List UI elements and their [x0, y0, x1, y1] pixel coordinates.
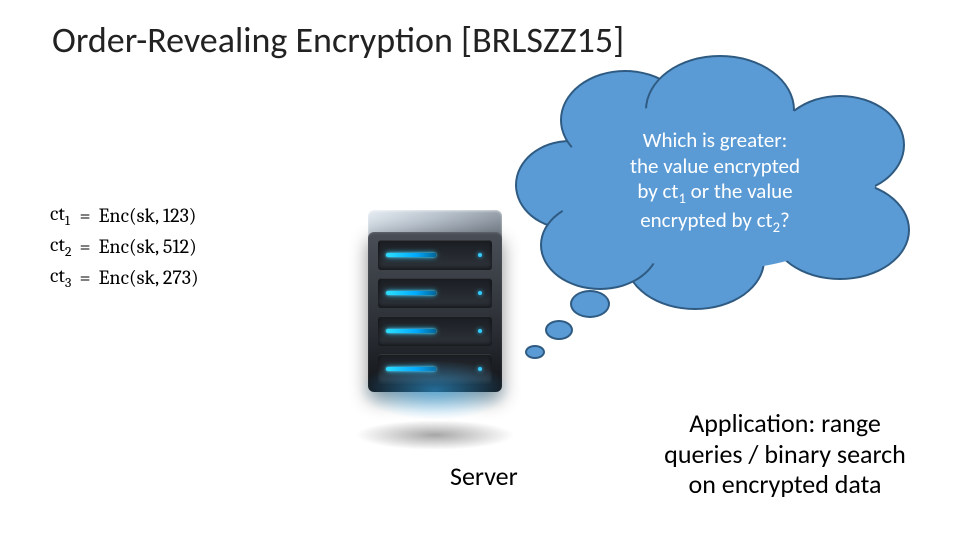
- equation-row: ct1 = Enc(sk, 123): [50, 200, 207, 231]
- cloud-line: by ct1 or the value: [565, 179, 865, 208]
- server-label: Server: [450, 460, 518, 492]
- eq-rhs: Enc(sk, 273): [99, 262, 207, 293]
- eq-equals: =: [80, 231, 99, 262]
- eq-lhs-sub: 1: [65, 212, 70, 229]
- application-text: Application: range queries / binary sear…: [640, 408, 930, 500]
- equation-row: ct2 = Enc(sk, 512): [50, 231, 207, 262]
- server-icon: [350, 210, 520, 430]
- thought-text: Which is greater: the value encrypted by…: [535, 128, 895, 237]
- eq-lhs-sym: ct: [50, 233, 65, 256]
- server-graphic: [340, 210, 530, 430]
- eq-lhs-sub: 3: [65, 274, 71, 291]
- application-line: queries / binary search: [640, 439, 930, 470]
- eq-equals: =: [80, 262, 99, 293]
- thought-tail-bubble: [545, 320, 573, 340]
- eq-rhs: Enc(sk, 512): [99, 231, 207, 262]
- equation-row: ct3 = Enc(sk, 273): [50, 262, 207, 293]
- thought-bubble: Which is greater: the value encrypted by…: [535, 80, 895, 290]
- application-line: Application: range: [640, 408, 930, 439]
- equation-block: ct1 = Enc(sk, 123) ct2 = Enc(sk, 512) ct…: [50, 200, 207, 293]
- thought-tail-bubble: [525, 345, 545, 359]
- cloud-line: the value encrypted: [565, 154, 865, 180]
- eq-lhs-sym: ct: [50, 264, 65, 287]
- cloud-line: encrypted by ct2?: [565, 208, 865, 237]
- thought-tail-bubble: [570, 290, 610, 318]
- eq-lhs-sub: 2: [65, 243, 72, 260]
- slide-title: Order-Revealing Encryption [BRLSZZ15]: [52, 18, 624, 62]
- cloud-line: Which is greater:: [565, 128, 865, 154]
- eq-lhs-sym: ct: [50, 202, 65, 225]
- application-line: on encrypted data: [640, 469, 930, 500]
- eq-equals: =: [80, 200, 99, 231]
- eq-rhs: Enc(sk, 123): [99, 200, 207, 231]
